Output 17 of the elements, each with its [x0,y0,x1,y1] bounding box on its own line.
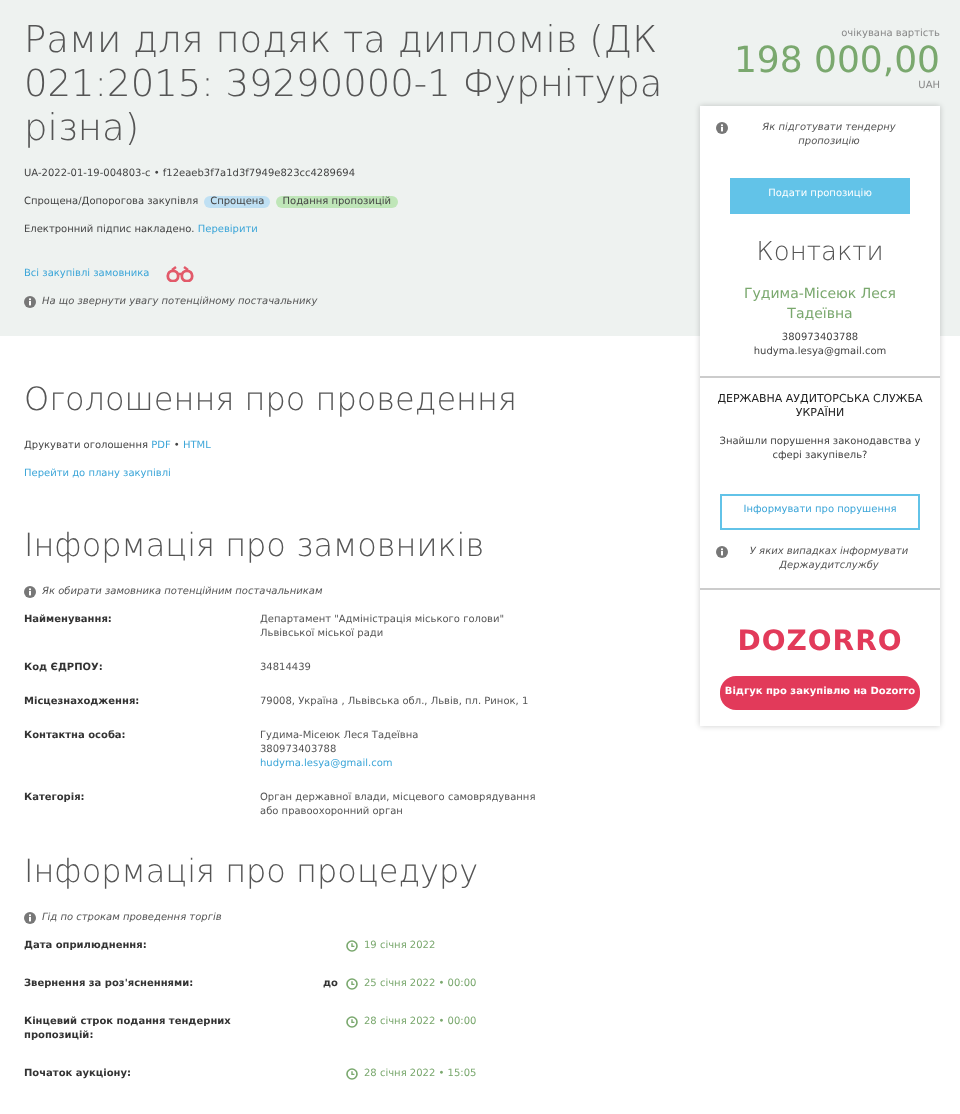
clock-icon [346,978,358,990]
help-icon [24,586,36,598]
contacts-heading: Контакти [754,235,886,271]
section-heading: Інформація про замовників [24,524,487,568]
section-heading: Оголошення про проведення [24,378,519,422]
help-icon [24,912,36,924]
clock-icon [346,1016,358,1028]
clock-icon [346,1068,358,1080]
help-icon [716,545,728,557]
clock-icon [346,940,358,952]
help-icon [24,296,36,308]
price-amount: 198 000,00 [731,43,940,79]
section-heading: Інформація про процедуру [24,850,481,894]
binoculars-icon [165,266,194,282]
tender-title: Рами для подяк та дипломів (ДК 021:2015: 39290000-1 Фурнітура різна) [24,20,665,152]
help-icon [716,122,728,134]
dozorro-logo: DOZORRO [735,623,905,661]
